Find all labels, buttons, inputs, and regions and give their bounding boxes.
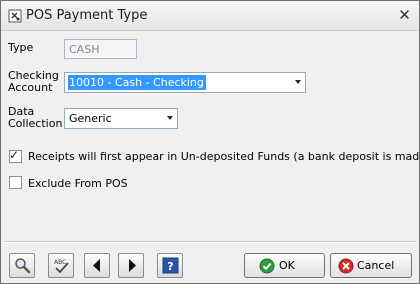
type-field: CASH: [64, 39, 137, 59]
data-collection-value: Generic: [69, 112, 112, 125]
checking-account-value: 10010 - Cash - Checking: [68, 75, 206, 90]
search-button[interactable]: [9, 253, 35, 278]
receipts-undeposited-label[interactable]: Receipts will first appear in Un-deposit…: [28, 150, 420, 163]
search-icon: [15, 258, 31, 274]
receipts-undeposited-checkbox[interactable]: ✓: [9, 148, 22, 163]
type-label: Type: [8, 41, 34, 54]
cancel-x-icon: [338, 258, 354, 274]
next-icon: [129, 259, 136, 272]
help-icon: ?: [162, 257, 179, 274]
cancel-button[interactable]: Cancel: [330, 253, 412, 278]
ok-label: OK: [279, 259, 295, 272]
app-icon: [8, 9, 22, 23]
exclude-from-pos-label[interactable]: Exclude From POS: [28, 177, 128, 190]
checking-account-select[interactable]: 10010 - Cash - Checking: [64, 72, 306, 93]
close-button[interactable]: ✕: [396, 8, 413, 24]
next-button[interactable]: [118, 253, 144, 278]
title-bar[interactable]: POS Payment Type ✕: [1, 1, 419, 31]
data-collection-select[interactable]: Generic: [64, 108, 178, 129]
exclude-from-pos-checkbox[interactable]: [9, 176, 22, 189]
data-collection-label-line2: Collection: [8, 117, 63, 130]
spell-check-button[interactable]: ABC: [48, 253, 74, 278]
svg-text:?: ?: [167, 260, 173, 273]
chevron-down-icon[interactable]: [167, 116, 173, 120]
help-button[interactable]: ?: [157, 253, 183, 278]
checking-account-label-line2: Account: [8, 81, 53, 94]
pos-payment-type-dialog: POS Payment Type ✕ Type CASH Checking Ac…: [0, 0, 420, 284]
footer-divider: [5, 241, 416, 243]
spell-check-icon: ABC: [54, 259, 69, 274]
previous-icon: [93, 259, 100, 272]
window-title: POS Payment Type: [26, 8, 148, 23]
svg-text:ABC: ABC: [54, 259, 66, 266]
cancel-label: Cancel: [357, 259, 395, 272]
checkmark-icon: ✓: [9, 148, 20, 162]
ok-button[interactable]: OK: [244, 253, 325, 278]
previous-button[interactable]: [84, 253, 110, 278]
ok-check-icon: [259, 258, 275, 274]
chevron-down-icon[interactable]: [295, 80, 301, 84]
